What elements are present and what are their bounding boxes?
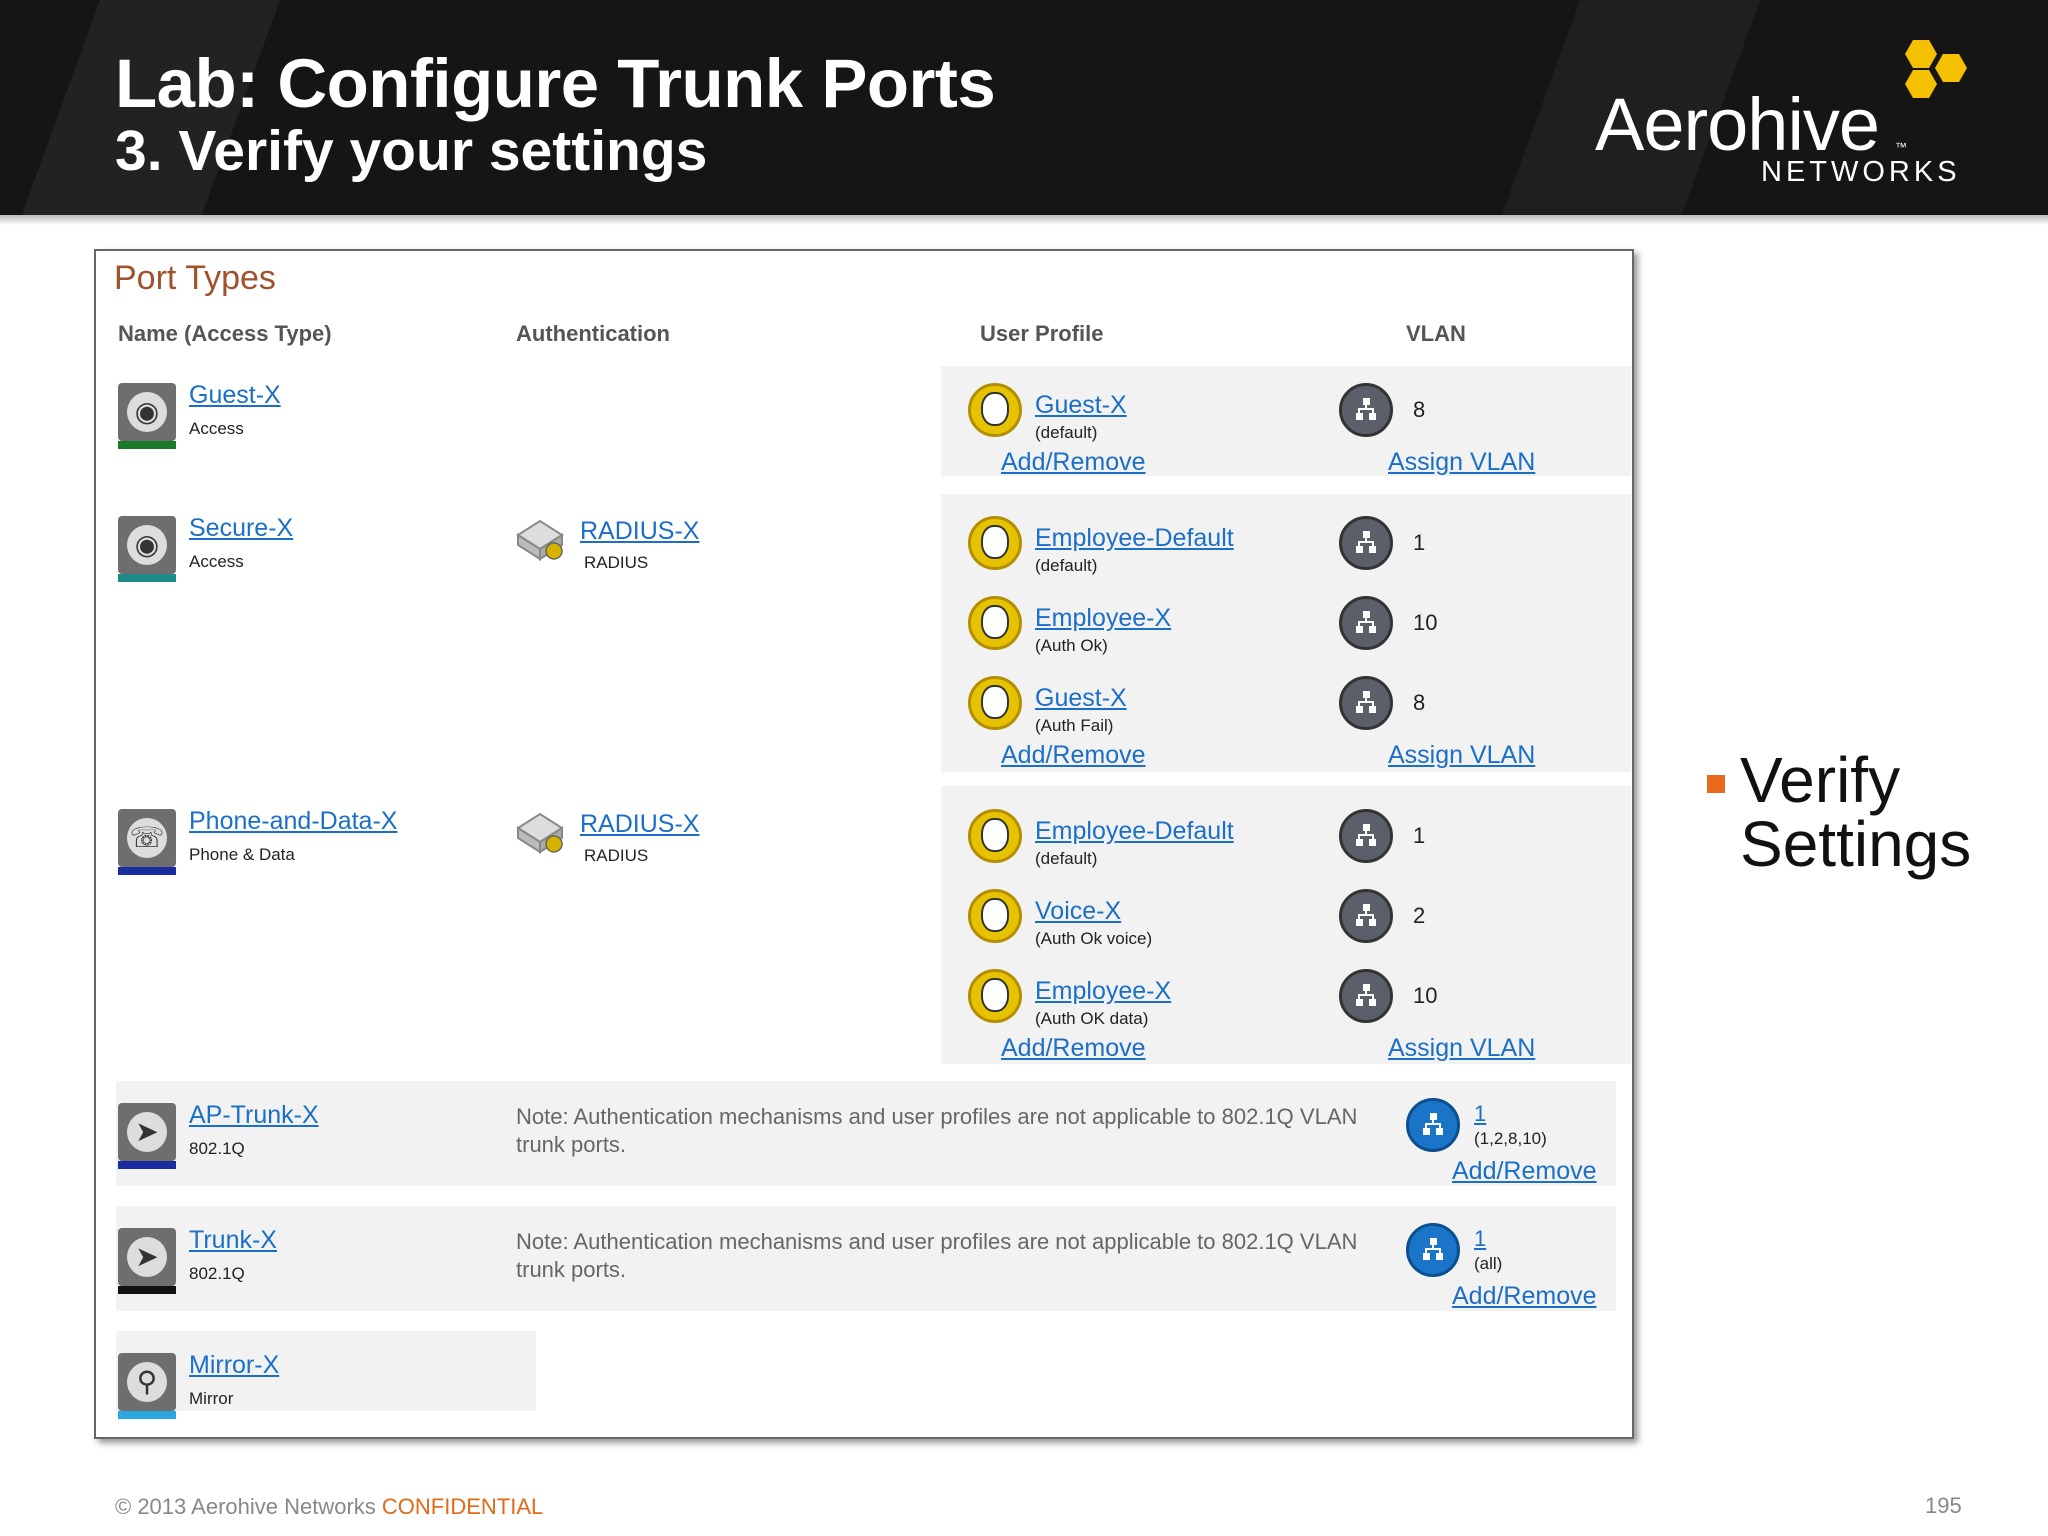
user-profile-note: (Auth Ok voice): [1035, 929, 1153, 948]
port-link-mirror-x[interactable]: Mirror-X: [189, 1351, 279, 1380]
vlan-value: 1: [1413, 823, 1426, 848]
header-shadow: [0, 215, 2048, 225]
user-profile-icon: [968, 809, 1022, 863]
port-link-phone-and-data-x[interactable]: Phone-and-Data-X: [189, 807, 397, 836]
bullet-square: [1707, 775, 1725, 793]
port-access-type: 802.1Q: [189, 1264, 245, 1283]
column-header-authentication: Authentication: [516, 321, 670, 346]
vlan-value: 2: [1413, 903, 1426, 928]
assign-vlan-link[interactable]: Assign VLAN: [1388, 741, 1535, 770]
panel-title: Port Types: [114, 259, 276, 297]
port-link-trunk-x[interactable]: Trunk-X: [189, 1226, 277, 1255]
user-profile-link[interactable]: Guest-X: [1035, 391, 1127, 420]
vlan-icon: [1339, 596, 1393, 650]
trunk-port-icon: ➤: [118, 1103, 176, 1169]
user-profile-note: (Auth OK data): [1035, 1009, 1149, 1028]
port-types-panel: Port Types Name (Access Type) Authentica…: [94, 249, 1634, 1439]
user-profile-link[interactable]: Employee-Default: [1035, 817, 1234, 846]
phone-port-icon: ☏: [118, 809, 176, 875]
add-remove-link[interactable]: Add/Remove: [1452, 1157, 1597, 1186]
logo-subtext: NETWORKS: [1761, 156, 1961, 188]
user-profile-link[interactable]: Employee-X: [1035, 977, 1171, 1006]
slide-subtitle: 3. Verify your settings: [115, 119, 708, 183]
user-profile-link[interactable]: Guest-X: [1035, 684, 1127, 713]
port-access-type: Access: [189, 419, 244, 438]
footer-copyright: © 2013 Aerohive Networks CONFIDENTIAL: [115, 1494, 543, 1520]
native-vlan-link[interactable]: 1: [1474, 1226, 1486, 1252]
native-vlan-link[interactable]: 1: [1474, 1101, 1486, 1127]
assign-vlan-link[interactable]: Assign VLAN: [1388, 448, 1535, 477]
user-profile-note: (Auth Ok): [1035, 636, 1108, 655]
vlan-icon: [1406, 1223, 1460, 1277]
allowed-vlans: (all): [1474, 1254, 1503, 1273]
vlan-value: 8: [1413, 690, 1426, 715]
port-access-type: 802.1Q: [189, 1139, 245, 1158]
port-access-type: Mirror: [189, 1389, 234, 1408]
trunk-note: Note: Authentication mechanisms and user…: [516, 1229, 1358, 1282]
confidential-label: CONFIDENTIAL: [381, 1494, 544, 1519]
auth-server-link[interactable]: RADIUS-X: [580, 517, 699, 546]
auth-type: RADIUS: [584, 553, 649, 572]
logo-hexagons-icon: [1905, 40, 1967, 98]
user-profile-icon: [968, 596, 1022, 650]
column-header-user-profile: User Profile: [980, 321, 1104, 346]
vlan-value: 10: [1413, 983, 1438, 1008]
user-profile-icon: [968, 969, 1022, 1023]
port-link-ap-trunk-x[interactable]: AP-Trunk-X: [189, 1101, 319, 1130]
add-remove-link[interactable]: Add/Remove: [1001, 741, 1146, 770]
trunk-port-icon: ➤: [118, 1228, 176, 1294]
aerohive-logo: Aerohive ™ NETWORKS: [1595, 40, 1975, 190]
user-profile-link[interactable]: Voice-X: [1035, 897, 1121, 926]
port-access-type: Access: [189, 552, 244, 571]
vlan-icon: [1339, 889, 1393, 943]
vlan-value: 8: [1413, 397, 1426, 422]
vlan-icon: [1339, 516, 1393, 570]
logo-trademark: ™: [1895, 140, 1907, 154]
port-link-secure-x[interactable]: Secure-X: [189, 514, 293, 543]
assign-vlan-link[interactable]: Assign VLAN: [1388, 1034, 1535, 1063]
port-access-type: Phone & Data: [189, 845, 295, 864]
slide-header: Lab: Configure Trunk Ports 3. Verify you…: [0, 0, 2048, 215]
add-remove-link[interactable]: Add/Remove: [1001, 1034, 1146, 1063]
access-port-icon: ◉: [118, 516, 176, 582]
logo-wordmark: Aerohive: [1595, 83, 1880, 166]
copyright-text: © 2013 Aerohive Networks: [115, 1494, 376, 1519]
vlan-icon: [1339, 676, 1393, 730]
user-profile-link[interactable]: Employee-Default: [1035, 524, 1234, 553]
vlan-value: 1: [1413, 530, 1426, 555]
user-profile-note: (default): [1035, 849, 1098, 868]
slide: Lab: Configure Trunk Ports 3. Verify you…: [0, 0, 2048, 1536]
column-header-name: Name (Access Type): [118, 321, 332, 346]
vlan-icon: [1339, 383, 1393, 437]
user-profile-icon: [968, 889, 1022, 943]
slide-title: Lab: Configure Trunk Ports: [115, 45, 996, 122]
column-header-vlan: VLAN: [1406, 321, 1466, 346]
vlan-value: 10: [1413, 610, 1438, 635]
auth-server-link[interactable]: RADIUS-X: [580, 810, 699, 839]
user-profile-icon: [968, 516, 1022, 570]
radius-server-icon: [516, 519, 564, 561]
vlan-icon: [1406, 1098, 1460, 1152]
auth-type: RADIUS: [584, 846, 649, 865]
add-remove-link[interactable]: Add/Remove: [1001, 448, 1146, 477]
user-profile-icon: [968, 676, 1022, 730]
bullet-text: Verify Settings: [1740, 744, 1972, 880]
mirror-port-icon: ⚲: [118, 1353, 176, 1419]
vlan-icon: [1339, 969, 1393, 1023]
user-profile-icon: [968, 383, 1022, 437]
row-band: [116, 1331, 536, 1411]
radius-server-icon: [516, 812, 564, 854]
allowed-vlans: (1,2,8,10): [1474, 1129, 1547, 1148]
user-profile-note: (Auth Fail): [1035, 716, 1114, 735]
user-profile-note: (default): [1035, 556, 1098, 575]
access-port-icon: ◉: [118, 383, 176, 449]
add-remove-link[interactable]: Add/Remove: [1452, 1282, 1597, 1311]
page-number: 195: [1925, 1493, 1962, 1518]
vlan-icon: [1339, 809, 1393, 863]
trunk-note: Note: Authentication mechanisms and user…: [516, 1104, 1358, 1157]
port-link-guest-x[interactable]: Guest-X: [189, 381, 281, 410]
user-profile-note: (default): [1035, 423, 1098, 442]
user-profile-link[interactable]: Employee-X: [1035, 604, 1171, 633]
